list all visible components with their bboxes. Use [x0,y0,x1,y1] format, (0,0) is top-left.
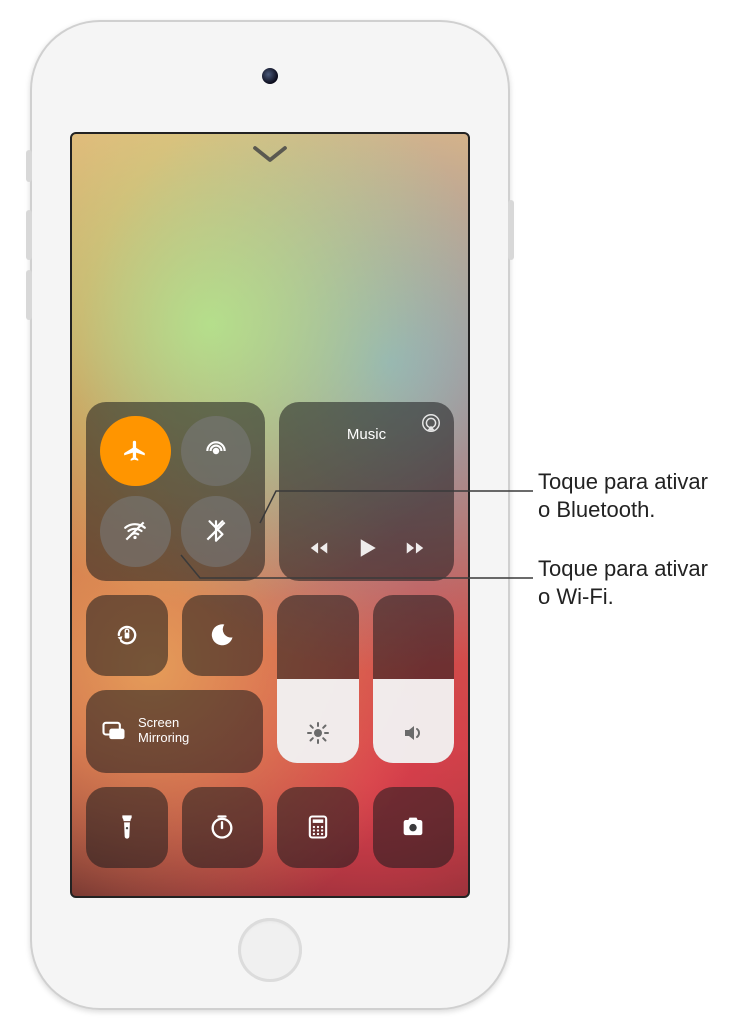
brightness-slider[interactable] [277,595,359,763]
callout-wifi: Toque para ativar o Wi-Fi. [538,555,708,610]
bluetooth-toggle[interactable] [181,496,252,567]
middle-row: Screen Mirroring [86,595,454,773]
do-not-disturb-toggle[interactable] [182,595,264,677]
control-center: Music [86,402,454,868]
wifi-toggle[interactable] [100,496,171,567]
flashlight-icon [113,813,141,841]
left-column: Screen Mirroring [86,595,263,773]
home-button[interactable] [238,918,302,982]
side-button [26,150,32,182]
connectivity-group [86,402,265,581]
music-player-tile[interactable]: Music [279,402,454,581]
timer-icon [208,813,236,841]
calculator-icon [304,813,332,841]
do-not-disturb-icon [208,621,236,649]
callout-bluetooth-text: Toque para ativar o Bluetooth. [538,469,708,522]
screen-mirroring-icon [100,717,128,745]
play-icon[interactable] [352,533,382,563]
screen: Music [70,132,470,898]
airplane-icon [122,438,148,464]
chevron-down-icon [252,145,288,163]
callout-bluetooth: Toque para ativar o Bluetooth. [538,468,708,523]
callout-wifi-text: Toque para ativar o Wi-Fi. [538,556,708,609]
toggle-row [86,595,263,677]
orientation-lock-toggle[interactable] [86,595,168,677]
top-row: Music [86,402,454,581]
next-track-icon[interactable] [404,537,426,559]
shortcuts-row [86,787,454,869]
calculator-button[interactable] [277,787,359,869]
brightness-icon [306,721,330,745]
previous-track-icon[interactable] [308,537,330,559]
airplay-icon[interactable] [420,412,442,434]
volume-icon [401,721,425,745]
bluetooth-off-icon [203,518,229,544]
timer-button[interactable] [182,787,264,869]
wifi-off-icon [122,518,148,544]
front-camera [262,68,278,84]
airdrop-icon [203,438,229,464]
airdrop-toggle[interactable] [181,416,252,487]
screen-mirroring-label: Screen Mirroring [138,716,189,746]
flashlight-button[interactable] [86,787,168,869]
camera-icon [399,813,427,841]
camera-button[interactable] [373,787,455,869]
volume-down-button [26,270,32,320]
power-button [508,200,514,260]
volume-up-button [26,210,32,260]
screen-mirroring-button[interactable]: Screen Mirroring [86,690,263,772]
volume-slider[interactable] [373,595,455,763]
close-control-center-handle[interactable] [250,144,290,164]
slider-column [277,595,454,773]
music-title: Music [347,426,386,443]
orientation-lock-icon [113,621,141,649]
device-frame: Music [30,20,510,1010]
music-controls [308,533,426,563]
airplane-mode-toggle[interactable] [100,416,171,487]
